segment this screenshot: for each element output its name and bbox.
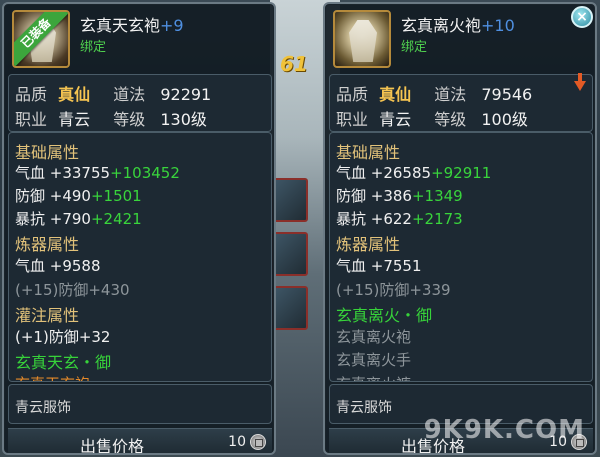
quality-row: 品质 真仙 道法 92291 [15,81,211,105]
bound-status: 绑定 [80,40,107,55]
item-name: 玄真天玄袍 [80,16,161,35]
inventory-slot[interactable] [272,232,308,276]
quality-value: 真仙 [58,85,91,104]
class-value: 青云 [58,110,91,129]
bound-status: 绑定 [401,40,428,55]
set-name: 玄真离火・御 [336,306,433,325]
compare-item-tooltip: 玄真离火袍+10 绑定 × 品质 真仙 道法 79546 职业 青云 等级 10… [323,2,597,455]
attr-line: 气血 +33755+103452 [15,164,180,182]
class-label: 职业 [15,110,48,129]
item-enhance-level: +10 [481,16,515,35]
sell-price-bar: 出售价格 10 [8,428,272,455]
class-label: 职业 [336,110,369,129]
attr-line: 暴抗 +790+2421 [15,210,142,228]
level-label: 等级 [434,110,467,129]
attr-line: 气血 +7551 [336,257,422,275]
quality-label: 品质 [336,85,369,104]
item-header: 已装备 玄真天玄袍+9 绑定 [4,4,274,74]
set-piece: 玄真离火袍 [336,328,412,346]
quality-value: 真仙 [379,85,412,104]
class-row: 职业 青云 等级 100级 [336,106,528,130]
item-basic-info: 品质 真仙 道法 92291 职业 青云 等级 130级 [8,74,272,132]
sell-price-value: 10 [228,434,246,450]
item-category: 青云服饰 [15,400,71,416]
section-heading: 基础属性 [336,143,401,162]
level-value: 100级 [481,110,528,129]
watermark: 9K9K.COM [423,415,585,445]
down-arrow-icon [574,73,586,91]
set-piece: 玄真离火手 [336,351,412,369]
sell-price-label: 出售价格 [80,437,145,455]
silver-coin-icon [250,434,266,450]
equipped-item-tooltip: 已装备 玄真天玄袍+9 绑定 品质 真仙 道法 92291 职业 青云 等级 1… [2,2,276,455]
attr-line: (+1)防御+32 [15,328,111,346]
daofa-value: 79546 [481,85,533,104]
robe-icon [349,20,377,62]
section-heading: 炼器属性 [336,235,401,254]
item-category: 青云服饰 [336,400,392,416]
level-value: 130级 [160,110,207,129]
attr-line: (+15)防御+430 [15,281,130,299]
attr-line: 气血 +26585+92911 [336,164,492,182]
inventory-slot[interactable] [272,178,308,222]
daofa-label: 道法 [113,85,146,104]
quality-row: 品质 真仙 道法 79546 [336,81,532,105]
item-title: 玄真天玄袍+9 [80,12,184,36]
item-header: 玄真离火袍+10 绑定 × [325,4,595,74]
item-icon: 已装备 [12,10,70,68]
attribute-list: 基础属性 气血 +33755+103452 防御 +490+1501 暴抗 +7… [8,132,272,382]
item-icon [333,10,391,68]
daofa-label: 道法 [434,85,467,104]
class-row: 职业 青云 等级 130级 [15,106,207,130]
attr-line: 暴抗 +622+2173 [336,210,463,228]
item-basic-info: 品质 真仙 道法 79546 职业 青云 等级 100级 [329,73,593,132]
attr-line: (+15)防御+339 [336,281,451,299]
set-piece: 玄真天玄袍 [15,373,90,381]
attr-line: 气血 +9588 [15,257,101,275]
set-name: 玄真天玄・御 [15,353,112,372]
level-label: 等级 [113,110,146,129]
item-enhance-level: +9 [160,16,184,35]
item-name: 玄真离火袍 [401,16,482,35]
close-button[interactable]: × [571,6,593,28]
class-value: 青云 [379,110,412,129]
attr-line: 防御 +490+1501 [15,187,142,205]
section-heading: 灌注属性 [15,306,80,325]
item-category-box: 青云服饰 [8,384,272,424]
daofa-value: 92291 [160,85,212,104]
section-heading: 炼器属性 [15,235,80,254]
attr-line: 防御 +386+1349 [336,187,463,205]
set-piece: 玄真离火裤 [336,373,411,381]
background-number: 61 [280,52,308,76]
inventory-slot[interactable] [272,286,308,330]
quality-label: 品质 [15,85,48,104]
attribute-list: 基础属性 气血 +26585+92911 防御 +386+1349 暴抗 +62… [329,132,593,382]
item-title: 玄真离火袍+10 [401,12,515,36]
section-heading: 基础属性 [15,143,80,162]
